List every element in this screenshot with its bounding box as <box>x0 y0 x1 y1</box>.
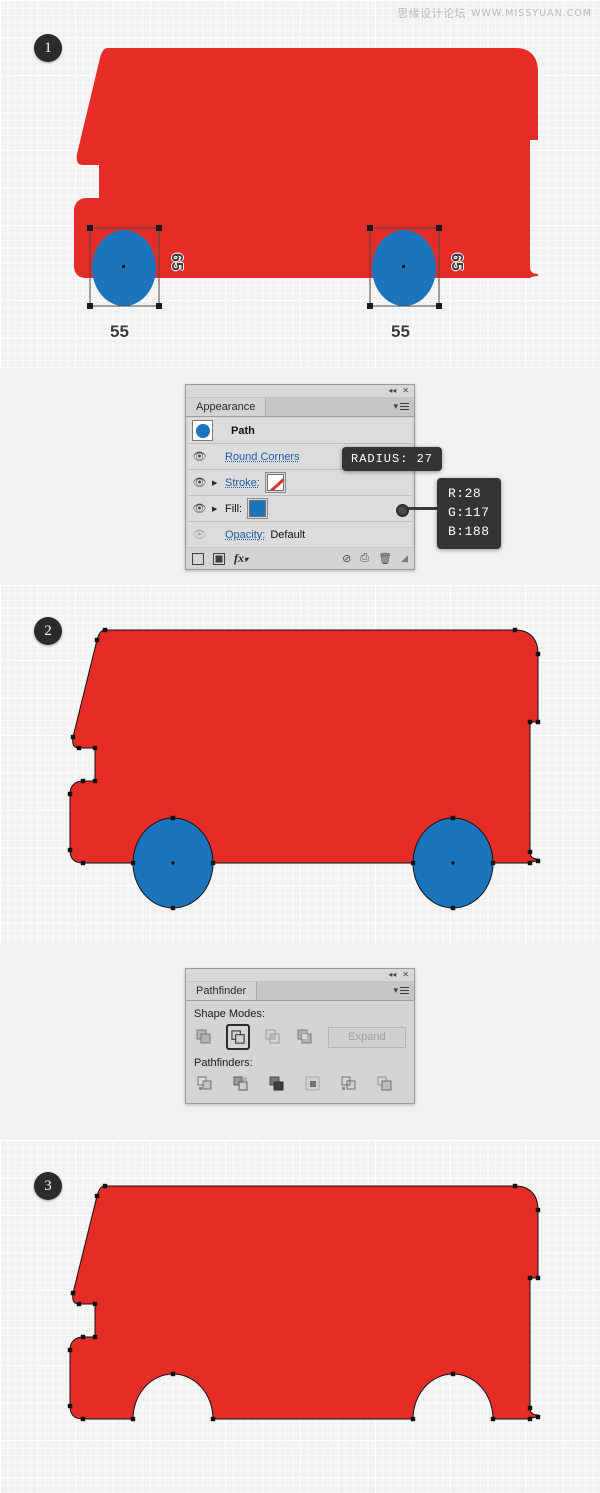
pathfinder-panel-body: Shape Modes: Expand Pathfinders: <box>186 1001 414 1103</box>
pathfinders-label: Pathfinders: <box>194 1057 253 1069</box>
collapse-arrows-icon[interactable]: ◂◂ <box>388 387 396 395</box>
tooltip-rgb-b: B:188 <box>448 523 490 539</box>
visibility-eye-icon[interactable]: 👁 <box>192 528 207 541</box>
merge-icon[interactable] <box>266 1073 288 1095</box>
minus-back-icon[interactable] <box>374 1073 396 1095</box>
measure-rear-wheel-width: 55 <box>391 322 410 341</box>
add-new-effect-icon[interactable]: fx▾ <box>234 551 248 566</box>
opacity-value: Default <box>270 528 306 541</box>
pathfinders-row <box>194 1073 406 1095</box>
resize-grip-icon[interactable]: ◢ <box>401 553 408 564</box>
appearance-row-opacity[interactable]: 👁 Opacity: Default <box>188 522 412 547</box>
visibility-eye-icon[interactable]: 👁 <box>192 502 207 515</box>
tooltip-radius: RADIUS: 27 <box>342 447 443 471</box>
divide-icon[interactable] <box>194 1073 216 1095</box>
close-icon[interactable]: ✕ <box>402 387 409 395</box>
add-new-fill-icon[interactable] <box>213 552 225 565</box>
appearance-row-label[interactable]: Opacity: <box>225 529 265 541</box>
tabrow-filler <box>266 398 414 416</box>
tabrow-filler <box>257 982 414 1000</box>
tutorial-screenshot: 思缘设计论坛 WWW.MISSYUAN.COM 1 55 65 55 65 ◂◂… <box>0 0 600 1493</box>
add-new-stroke-icon[interactable] <box>192 552 204 565</box>
measure-front-wheel-height: 65 <box>168 253 185 271</box>
pathfinder-panel-titlebar: ◂◂ ✕ <box>186 969 414 982</box>
appearance-row-label: Path <box>231 424 255 437</box>
shape-modes-label: Shape Modes: <box>194 1008 265 1020</box>
appearance-panel[interactable]: ◂◂ ✕ Appearance ▾ Path 👁 Round Corners 👁… <box>185 384 415 570</box>
stroke-swatch[interactable] <box>264 472 286 493</box>
appearance-row-path[interactable]: Path <box>188 418 412 444</box>
appearance-panel-titlebar: ◂◂ ✕ <box>186 385 414 398</box>
crop-icon[interactable] <box>302 1073 324 1095</box>
shape-modes-row: Expand <box>194 1024 406 1050</box>
visibility-eye-icon[interactable]: 👁 <box>192 450 207 463</box>
tooltip-rgb-r: R:28 <box>448 486 482 501</box>
object-thumbnail-icon <box>192 420 213 441</box>
intersect-icon[interactable] <box>263 1026 282 1048</box>
chevron-right-icon[interactable]: ▶ <box>212 505 220 513</box>
close-icon[interactable]: ✕ <box>402 971 409 979</box>
tooltip-leader-dot <box>396 504 409 517</box>
step-badge-1: 1 <box>34 34 62 62</box>
clear-appearance-icon[interactable]: ⊘ <box>342 552 351 565</box>
appearance-row-label[interactable]: Round Corners <box>225 451 300 463</box>
appearance-row-label: Fill: <box>225 502 243 515</box>
selection-box-rear-wheel[interactable] <box>366 224 446 312</box>
artwork-step2 <box>50 612 560 912</box>
tooltip-rgb-g: G:117 <box>448 504 490 520</box>
appearance-panel-tabrow[interactable]: Appearance ▾ <box>186 398 414 417</box>
appearance-row-list: Path 👁 Round Corners 👁 ▶ Stroke: 👁 ▶ Fil… <box>186 417 414 547</box>
panel-menu-icon[interactable]: ▾ <box>393 985 409 996</box>
duplicate-item-icon[interactable]: ⎙ <box>360 552 369 565</box>
outline-icon[interactable] <box>338 1073 360 1095</box>
pathfinder-panel[interactable]: ◂◂ ✕ Pathfinder ▾ Shape Modes: Expand Pa… <box>185 968 415 1104</box>
collapse-arrows-icon[interactable]: ◂◂ <box>388 971 396 979</box>
fill-swatch[interactable] <box>247 498 269 519</box>
tab-appearance[interactable]: Appearance <box>186 398 267 416</box>
artwork-step3 <box>50 1168 560 1448</box>
watermark-cn: 思缘设计论坛 <box>397 7 467 20</box>
pathfinder-panel-tabrow[interactable]: Pathfinder ▾ <box>186 982 414 1001</box>
delete-item-icon[interactable]: 🗑 <box>378 552 392 565</box>
measure-front-wheel-width: 55 <box>110 322 129 341</box>
appearance-panel-footer[interactable]: fx▾ ⊘ ⎙ 🗑 ◢ <box>186 547 414 569</box>
appearance-row-fill[interactable]: 👁 ▶ Fill: <box>188 496 412 522</box>
appearance-row-stroke[interactable]: 👁 ▶ Stroke: <box>188 470 412 496</box>
tab-pathfinder[interactable]: Pathfinder <box>186 982 258 1000</box>
exclude-icon[interactable] <box>295 1026 314 1048</box>
watermark: 思缘设计论坛 WWW.MISSYUAN.COM <box>397 5 592 21</box>
panel-menu-icon[interactable]: ▾ <box>393 401 409 412</box>
chevron-right-icon[interactable]: ▶ <box>212 479 220 487</box>
watermark-en: WWW.MISSYUAN.COM <box>471 7 592 19</box>
minus-front-icon[interactable] <box>226 1024 250 1050</box>
appearance-row-label[interactable]: Stroke: <box>225 477 260 489</box>
selection-box-front-wheel[interactable] <box>86 224 166 312</box>
measure-rear-wheel-height: 65 <box>448 253 465 271</box>
expand-button[interactable]: Expand <box>327 1026 406 1048</box>
unite-icon[interactable] <box>194 1026 213 1048</box>
tooltip-rgb: R:28 G:117 B:188 <box>437 478 501 549</box>
visibility-eye-icon[interactable]: 👁 <box>192 476 207 489</box>
trim-icon[interactable] <box>230 1073 252 1095</box>
